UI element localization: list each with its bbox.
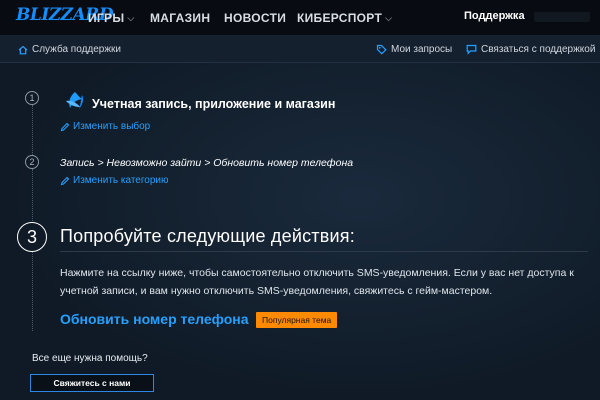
step-2-title: Запись > Невозможно зайти > Обновить ном…	[60, 157, 354, 169]
step-connector	[32, 169, 33, 221]
my-tickets-link[interactable]: Мои запросы	[376, 44, 452, 55]
nav-shop[interactable]: МАГАЗИН	[150, 11, 210, 25]
tag-icon	[376, 44, 387, 55]
update-phone-link[interactable]: Обновить номер телефона	[60, 311, 249, 327]
nav-games[interactable]: ИГРЫ ⌵	[88, 11, 135, 25]
nav-shop-label: МАГАЗИН	[150, 11, 211, 25]
popular-topic-badge: Популярная тема	[256, 312, 338, 328]
divider	[60, 251, 588, 252]
step-3-instructions: Нажмите на ссылку ниже, чтобы самостояте…	[60, 267, 574, 297]
top-navigation: BLIZZARD ИГРЫ ⌵ МАГАЗИН НОВОСТИ КИБЕРСПОР…	[0, 0, 600, 36]
main-content: 1 Учетная запись, приложение и магазин И…	[0, 63, 600, 400]
change-selection-link[interactable]: Изменить выбор	[60, 121, 150, 132]
support-home-label: Служба поддержки	[32, 44, 122, 55]
nav-news[interactable]: НОВОСТИ	[224, 11, 286, 25]
change-category-link[interactable]: Изменить категорию	[60, 175, 169, 186]
nav-news-label: НОВОСТИ	[224, 11, 287, 25]
step-3-title: Попробуйте следующие действия:	[60, 226, 355, 246]
my-tickets-label: Мои запросы	[391, 44, 453, 55]
account-placeholder	[534, 12, 590, 22]
chat-icon	[466, 44, 477, 55]
change-category-label: Изменить категорию	[73, 175, 169, 186]
step-1-title: Учетная запись, приложение и магазин	[92, 97, 336, 111]
contact-support-link[interactable]: Связаться с поддержкой	[466, 44, 595, 55]
contact-support-label: Связаться с поддержкой	[481, 44, 596, 55]
home-icon	[18, 45, 28, 54]
pencil-icon	[60, 176, 70, 185]
step-connector	[32, 251, 33, 331]
change-selection-label: Изменить выбор	[73, 121, 151, 132]
support-subnav: Служба поддержки Мои запросы Связаться с…	[0, 36, 600, 63]
step-3-number: 3	[17, 222, 47, 252]
step-connector	[32, 105, 33, 155]
contact-us-button[interactable]: Свяжитесь с нами	[30, 374, 154, 392]
chevron-down-icon: ⌵	[385, 13, 393, 23]
battlenet-icon	[66, 92, 83, 109]
need-help-question: Все еще нужна помощь?	[32, 353, 148, 364]
pencil-icon	[60, 122, 70, 131]
step-2-number: 2	[25, 155, 39, 169]
nav-esports-label: КИБЕРСПОРТ	[297, 11, 383, 25]
nav-esports[interactable]: КИБЕРСПОРТ ⌵	[297, 11, 392, 25]
support-home-link[interactable]: Служба поддержки	[18, 44, 121, 55]
nav-games-label: ИГРЫ	[88, 11, 125, 25]
support-button[interactable]: Поддержка	[464, 10, 525, 22]
step-1-number: 1	[25, 91, 39, 105]
chevron-down-icon: ⌵	[127, 13, 135, 23]
